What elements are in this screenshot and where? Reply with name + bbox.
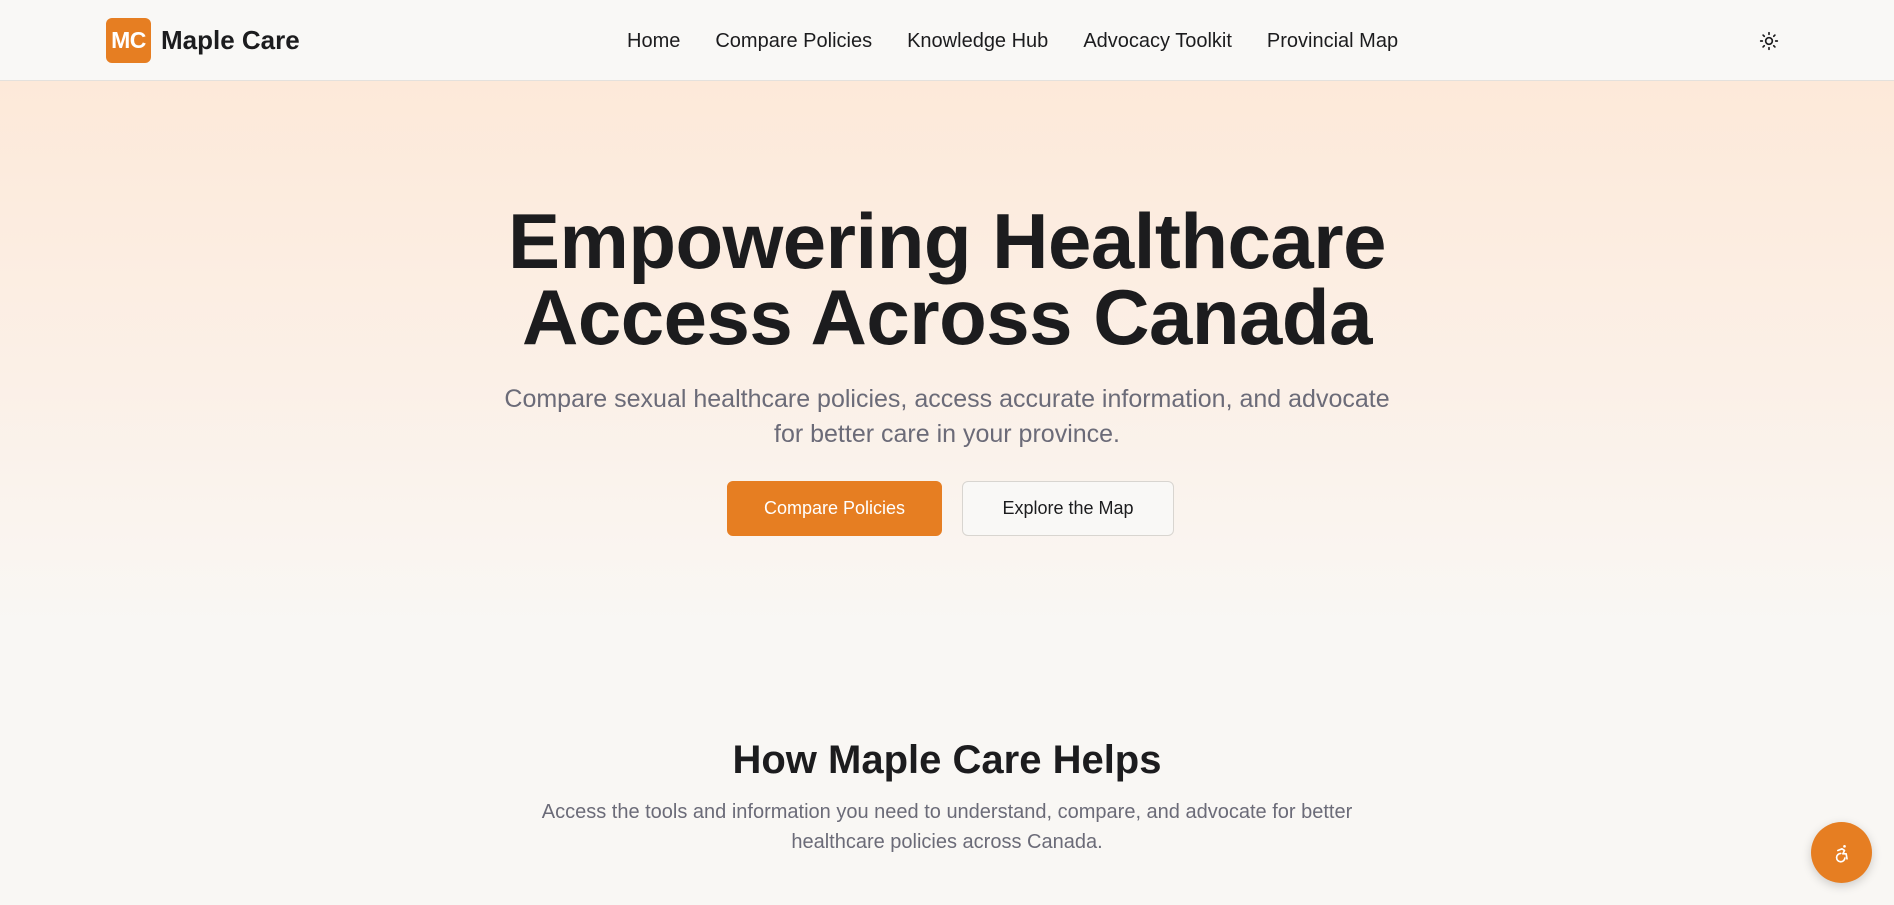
theme-toggle-button[interactable] [1756,28,1782,54]
nav-compare-policies[interactable]: Compare Policies [715,28,872,54]
explore-map-button[interactable]: Explore the Map [962,481,1174,536]
nav-knowledge-hub[interactable]: Knowledge Hub [907,28,1048,54]
nav-advocacy-toolkit[interactable]: Advocacy Toolkit [1083,28,1232,54]
accessibility-icon [1835,844,1848,863]
top-navbar: MC Maple Care Home Compare Policies Know… [0,0,1894,81]
accessibility-button[interactable] [1811,822,1872,883]
brand-home-link[interactable]: MC Maple Care [106,18,300,63]
brand-logo: MC [106,18,151,63]
hero-title-line-2: Access Across Canada [522,273,1372,361]
features-subtitle: Access the tools and information you nee… [541,801,1353,853]
compare-policies-button[interactable]: Compare Policies [727,481,942,536]
nav-home[interactable]: Home [627,28,680,54]
nav-provincial-map[interactable]: Provincial Map [1267,28,1398,54]
hero-title-line-1: Empowering Healthcare [507,197,1387,285]
hero-subtitle: Compare sexual healthcare policies, acce… [504,385,1390,448]
features-title: How Maple Care Helps [732,738,1162,782]
main-nav: Home Compare Policies Knowledge Hub Advo… [627,28,1398,54]
sun-icon [1759,31,1779,51]
hero-title: Empowering Healthcare Access Across Cana… [0,197,1894,361]
brand-name: Maple Care [161,25,300,55]
